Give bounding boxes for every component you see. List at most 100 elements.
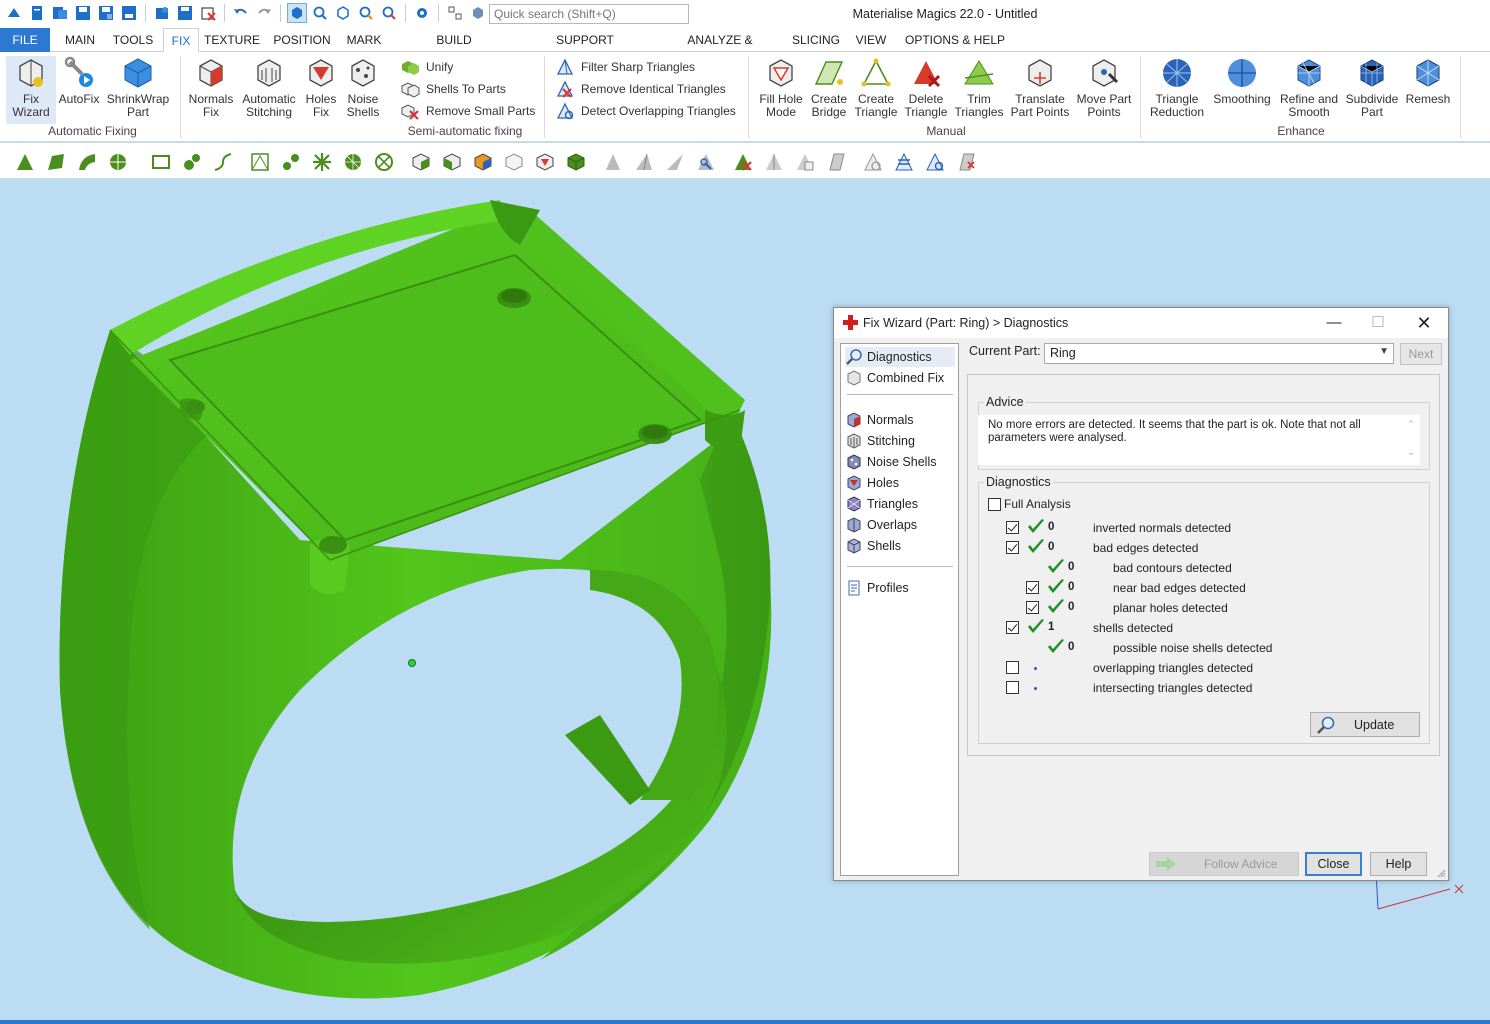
diagnostic-checkbox[interactable] <box>1006 661 1019 674</box>
mark-shell-icon[interactable] <box>107 151 129 173</box>
maximize-button[interactable]: ☐ <box>1358 312 1398 334</box>
fill-hole-mode-button[interactable]: Fill Hole Mode <box>756 56 806 119</box>
fix-wizard-button[interactable]: Fix Wizard <box>6 56 56 124</box>
delete-marked-icon[interactable] <box>732 151 754 173</box>
nav-item-noise-shells[interactable]: Noise Shells <box>845 452 955 472</box>
shells-to-parts-button[interactable]: Shells To Parts <box>400 79 506 99</box>
tab-main[interactable]: MAIN <box>58 28 102 52</box>
save-as-icon[interactable] <box>96 3 116 23</box>
mark-thin-icon[interactable] <box>664 151 686 173</box>
detect-overlapping-triangles-button[interactable]: Detect Overlapping Triangles <box>555 101 736 121</box>
smoothing-button[interactable]: Smoothing <box>1210 56 1274 106</box>
holes-fix-button[interactable]: Holes Fix <box>302 56 340 119</box>
copy-marked-icon[interactable] <box>794 151 816 173</box>
translate-part-points-button[interactable]: Translate Part Points <box>1008 56 1072 119</box>
close-button[interactable]: Close <box>1305 852 1362 876</box>
triangle-reduction-button[interactable]: Triangle Reduction <box>1146 56 1208 119</box>
open-file-icon[interactable] <box>50 3 70 23</box>
shrink-marking-icon[interactable] <box>565 151 587 173</box>
next-button[interactable]: Next <box>1400 343 1442 365</box>
import-part-icon[interactable] <box>152 3 172 23</box>
automatic-stitching-button[interactable]: Automatic Stitching <box>238 56 300 119</box>
mark-contour-icon[interactable] <box>249 151 271 173</box>
create-bridge-button[interactable]: Create Bridge <box>808 56 850 119</box>
tab-support-generation[interactable]: SUPPORT GENERATION <box>519 28 651 71</box>
triangle-detect-icon[interactable] <box>924 151 946 173</box>
resize-grip-icon[interactable] <box>1436 868 1446 878</box>
nav-item-stitching[interactable]: Stitching <box>845 431 955 451</box>
mark-path-icon[interactable] <box>212 151 234 173</box>
undo-icon[interactable] <box>231 3 251 23</box>
settings-icon[interactable] <box>412 3 432 23</box>
mark-triangle-icon[interactable] <box>14 151 36 173</box>
advice-scrollbar[interactable]: ⌃ ⌄ <box>1404 417 1418 461</box>
close-window-button[interactable]: ✕ <box>1404 312 1444 334</box>
unmark-all-icon[interactable] <box>503 151 525 173</box>
invert-marking-icon[interactable] <box>472 151 494 173</box>
zoom-icon[interactable] <box>356 3 376 23</box>
nav-item-combined-fix[interactable]: Combined Fix <box>845 368 955 388</box>
mark-lasso-icon[interactable] <box>181 151 203 173</box>
shrinkwrap-button[interactable]: ShrinkWrap Part <box>104 56 172 119</box>
tab-fix[interactable]: FIX <box>163 28 199 53</box>
nav-item-holes[interactable]: Holes <box>845 473 955 493</box>
mark-cylinder-icon[interactable] <box>373 151 395 173</box>
explode-view-icon[interactable] <box>445 3 465 23</box>
save-part-icon[interactable] <box>175 3 195 23</box>
current-part-select[interactable]: Ring ▼ <box>1044 343 1394 364</box>
mark-triangle-outline-icon[interactable] <box>602 151 624 173</box>
mark-surface-icon[interactable] <box>76 151 98 173</box>
trim-triangles-button[interactable]: Trim Triangles <box>952 56 1006 119</box>
help-button[interactable]: Help <box>1370 852 1427 876</box>
flip-triangle-icon[interactable] <box>893 151 915 173</box>
subdivide-part-button[interactable]: Subdivide Part <box>1344 56 1400 119</box>
unify-button[interactable]: Unify <box>400 57 453 77</box>
nav-item-diagnostics[interactable]: Diagnostics <box>845 347 955 367</box>
triangle-filter-icon[interactable] <box>955 151 977 173</box>
tab-slicing[interactable]: SLICING <box>789 28 843 52</box>
tab-build-preparation[interactable]: BUILD PREPARATION <box>395 28 513 71</box>
diagnostic-checkbox[interactable] <box>1006 681 1019 694</box>
nav-item-overlaps[interactable]: Overlaps <box>845 515 955 535</box>
tab-file[interactable]: FILE <box>0 28 50 52</box>
tab-texture[interactable]: TEXTURE <box>202 28 262 52</box>
diagnostic-checkbox[interactable] <box>1026 581 1039 594</box>
delete-triangle-button[interactable]: Delete Triangle <box>902 56 950 119</box>
full-analysis-checkbox[interactable] <box>988 498 1001 511</box>
move-part-points-button[interactable]: Move Part Points <box>1074 56 1134 119</box>
minimize-button[interactable]: — <box>1314 312 1354 334</box>
create-triangle-button[interactable]: Create Triangle <box>852 56 900 119</box>
remove-small-parts-button[interactable]: Remove Small Parts <box>400 101 535 121</box>
noise-shells-button[interactable]: Noise Shells <box>342 56 384 119</box>
mark-window-icon[interactable] <box>150 151 172 173</box>
mark-overlap-icon[interactable] <box>695 151 717 173</box>
diagnostic-checkbox[interactable] <box>1006 621 1019 634</box>
tab-view[interactable]: VIEW <box>852 28 890 52</box>
diagnostic-checkbox[interactable] <box>1006 521 1019 534</box>
hide-marked-icon[interactable] <box>763 151 785 173</box>
remesh-button[interactable]: Remesh <box>1402 56 1454 106</box>
unmark-part-icon[interactable] <box>441 151 463 173</box>
tab-position[interactable]: POSITION <box>268 28 336 52</box>
select-part-icon[interactable] <box>287 3 307 23</box>
extract-marked-icon[interactable] <box>825 151 847 173</box>
mark-noise-icon[interactable] <box>280 151 302 173</box>
nav-item-normals[interactable]: Normals <box>845 410 955 430</box>
refine-and-smooth-button[interactable]: Refine and Smooth <box>1276 56 1342 119</box>
unzoom-icon[interactable] <box>379 3 399 23</box>
new-file-icon[interactable] <box>27 3 47 23</box>
mark-connected-icon[interactable] <box>311 151 333 173</box>
diagnostic-checkbox[interactable] <box>1026 601 1039 614</box>
nav-item-profiles[interactable]: Profiles <box>845 578 955 598</box>
part-view-icon[interactable] <box>468 3 488 23</box>
redo-icon[interactable] <box>254 3 274 23</box>
expand-marking-icon[interactable] <box>534 151 556 173</box>
normals-fix-button[interactable]: Normals Fix <box>188 56 234 119</box>
save-all-icon[interactable] <box>119 3 139 23</box>
zoom-select-icon[interactable] <box>310 3 330 23</box>
part-select-icon[interactable] <box>333 3 353 23</box>
nav-item-shells[interactable]: Shells <box>845 536 955 556</box>
tab-tools[interactable]: TOOLS <box>108 28 158 52</box>
update-button[interactable]: Update <box>1310 712 1420 737</box>
diagnostic-checkbox[interactable] <box>1006 541 1019 554</box>
